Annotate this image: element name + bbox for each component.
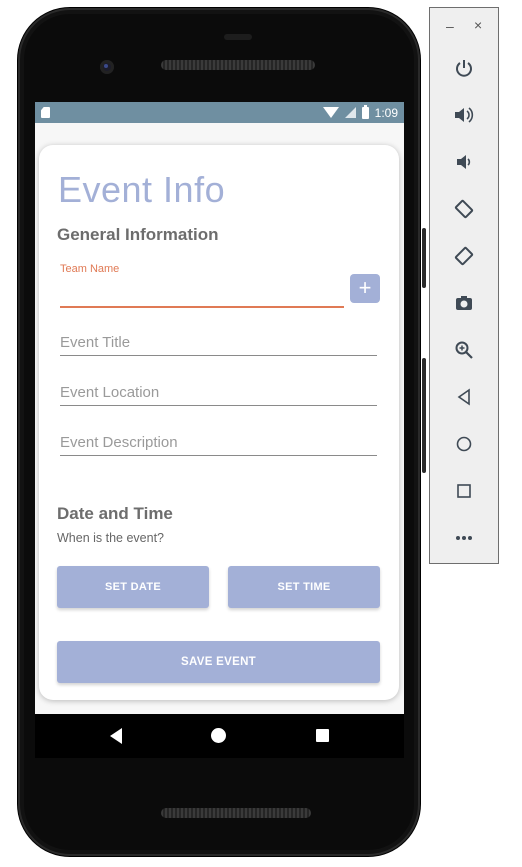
event-title-input[interactable]: Event Title — [60, 334, 377, 356]
bottom-speaker-grille — [161, 808, 311, 818]
overview-icon[interactable] — [452, 479, 476, 503]
power-side-button — [422, 228, 426, 288]
front-camera-icon — [100, 60, 114, 74]
event-location-input[interactable]: Event Location — [60, 384, 377, 406]
signal-icon — [344, 107, 356, 118]
close-button[interactable]: × — [474, 17, 482, 33]
zoom-icon[interactable] — [452, 338, 476, 362]
status-bar: 1:09 — [35, 102, 404, 123]
team-name-field[interactable]: Team Name — [60, 263, 377, 275]
team-name-label: Team Name — [60, 263, 120, 275]
nav-back-icon[interactable] — [110, 728, 122, 744]
save-event-button[interactable]: SAVE EVENT — [57, 641, 380, 683]
more-icon[interactable] — [452, 526, 476, 550]
android-nav-bar — [35, 714, 404, 758]
volume-side-button — [422, 358, 426, 473]
emulator-toolbar: – × — [429, 7, 499, 564]
rotate-right-icon[interactable] — [452, 244, 476, 268]
wifi-icon — [322, 107, 339, 118]
earpiece — [224, 34, 252, 40]
event-description-input[interactable]: Event Description — [60, 434, 377, 456]
team-name-underline[interactable] — [60, 306, 344, 308]
add-team-button[interactable]: + — [350, 274, 380, 303]
status-time: 1:09 — [374, 105, 398, 120]
set-time-button[interactable]: SET TIME — [228, 566, 380, 608]
general-information-heading: General Information — [57, 225, 219, 244]
volume-down-icon[interactable] — [452, 150, 476, 174]
home-icon[interactable] — [452, 432, 476, 456]
battery-icon — [361, 104, 369, 119]
page-title: Event Info — [58, 169, 226, 210]
minimize-button[interactable]: – — [446, 18, 454, 34]
event-form-card: Event Info General Information Team Name… — [39, 145, 399, 700]
rotate-left-icon[interactable] — [452, 197, 476, 221]
volume-up-icon[interactable] — [452, 103, 476, 127]
camera-icon[interactable] — [452, 291, 476, 315]
top-speaker-grille — [161, 60, 315, 70]
phone-screen: 1:09 Event Info General Information Team… — [35, 102, 404, 714]
date-time-heading: Date and Time — [57, 504, 173, 523]
sd-card-icon — [41, 107, 50, 118]
back-icon[interactable] — [452, 385, 476, 409]
power-icon[interactable] — [452, 56, 476, 80]
set-date-button[interactable]: SET DATE — [57, 566, 209, 608]
nav-recents-icon[interactable] — [316, 729, 329, 742]
date-time-subtext: When is the event? — [57, 531, 165, 545]
nav-home-icon[interactable] — [211, 728, 226, 743]
